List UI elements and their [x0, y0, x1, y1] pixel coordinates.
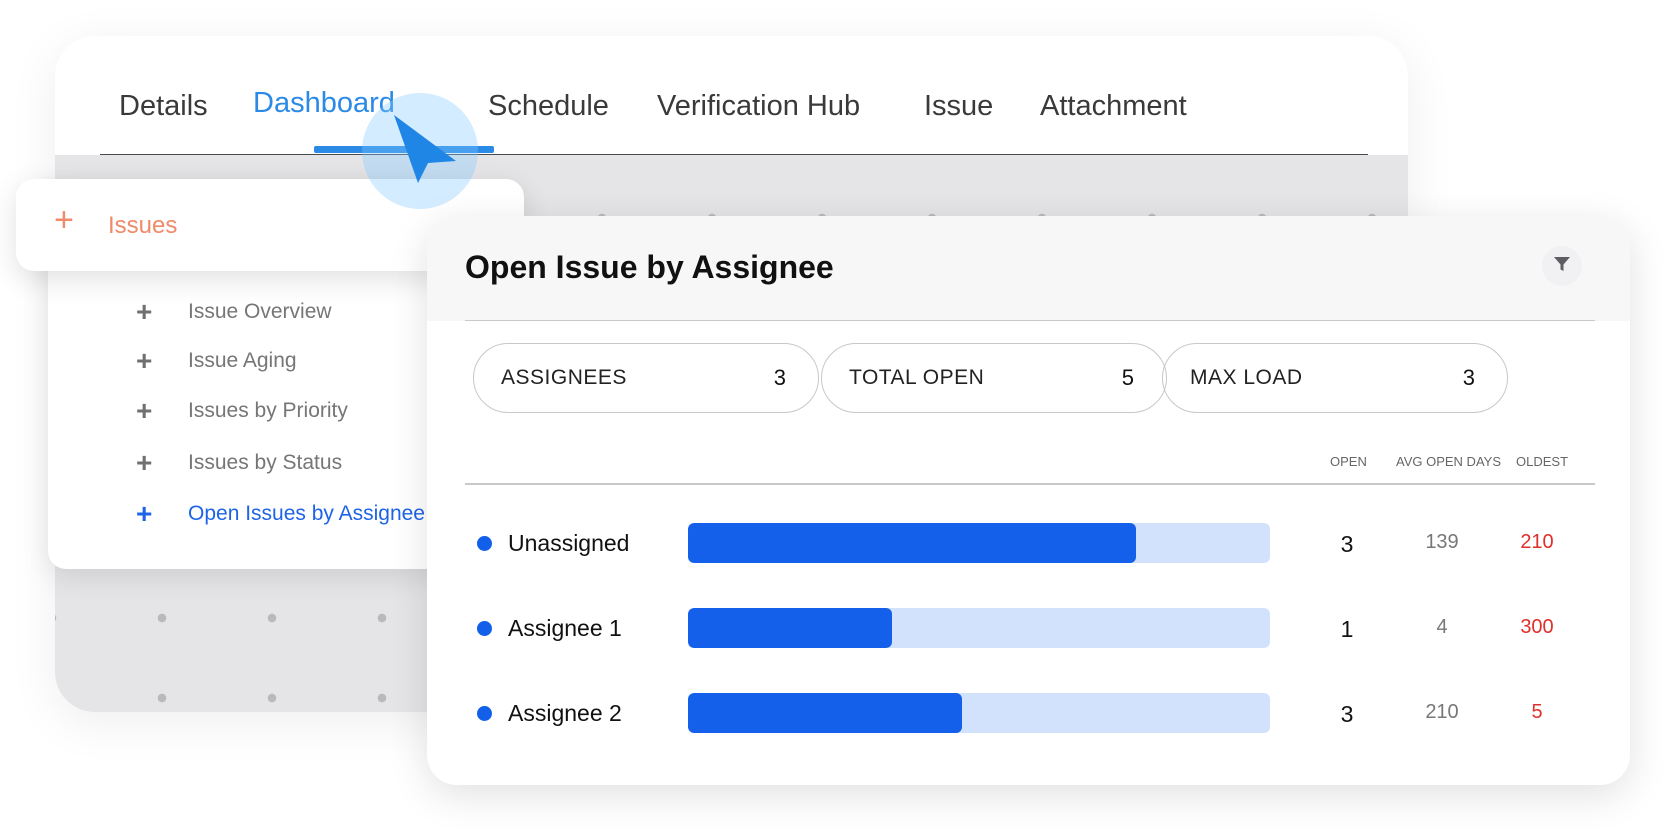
open-issue-by-assignee-card: Open Issue by Assignee ASSIGNEES 3 TOTAL… — [427, 216, 1630, 785]
assignee-name: Unassigned — [508, 530, 630, 556]
filter-button[interactable] — [1542, 246, 1582, 286]
filter-icon — [1552, 254, 1572, 279]
menu-item-label: Issue Overview — [188, 300, 332, 323]
open-count: 1 — [1340, 616, 1354, 642]
table-row: Assignee 1 1 4 300 — [427, 608, 1630, 648]
avg-open-days: 210 — [1425, 701, 1459, 723]
column-header-oldest: OLDEST — [1516, 454, 1569, 469]
stat-value: 5 — [1121, 365, 1134, 390]
assignee-name: Assignee 2 — [508, 700, 622, 726]
menu-item-label: Issue Aging — [188, 349, 297, 372]
header-divider — [465, 320, 1595, 321]
row-dot — [477, 706, 492, 721]
table-row: Assignee 2 3 210 5 — [427, 693, 1630, 733]
load-bar-track — [688, 608, 1270, 648]
plus-icon: + — [54, 201, 74, 239]
row-dot — [477, 536, 492, 551]
oldest-days: 5 — [1531, 701, 1543, 723]
load-bar-fill — [688, 523, 1137, 563]
oldest-days: 300 — [1520, 616, 1554, 638]
menu-item-issues-by-priority[interactable]: + Issues by Priority — [136, 395, 348, 426]
issues-section-label: Issues — [108, 212, 178, 239]
row-dot — [477, 621, 492, 636]
table-row: Unassigned 3 139 210 — [427, 523, 1630, 563]
tab-schedule[interactable]: Schedule — [488, 90, 609, 123]
stat-max-load: MAX LOAD 3 — [1162, 343, 1508, 413]
load-bar-fill — [688, 693, 962, 733]
load-bar-track — [688, 693, 1270, 733]
stat-total-open: TOTAL OPEN 5 — [821, 343, 1167, 413]
menu-item-label: Open Issues by Assignee — [188, 502, 425, 525]
plus-icon: + — [136, 498, 153, 529]
avg-open-days: 4 — [1436, 616, 1448, 638]
stat-label: TOTAL OPEN — [849, 366, 985, 389]
assignee-name: Assignee 1 — [508, 615, 622, 641]
stat-value: 3 — [773, 365, 786, 390]
tab-issue[interactable]: Issue — [924, 90, 993, 123]
tab-attachment[interactable]: Attachment — [1040, 90, 1187, 123]
menu-item-issue-overview[interactable]: + Issue Overview — [136, 296, 332, 327]
card-title: Open Issue by Assignee — [465, 249, 834, 285]
stat-value: 3 — [1462, 365, 1475, 390]
cursor-arrow-icon — [394, 115, 456, 183]
tab-bar: Details Dashboard Schedule Verification … — [100, 36, 1368, 155]
plus-icon: + — [136, 447, 153, 478]
plus-icon: + — [136, 395, 153, 426]
open-count: 3 — [1340, 701, 1354, 727]
column-header-open: OPEN — [1330, 454, 1367, 469]
stat-label: ASSIGNEES — [501, 366, 627, 389]
oldest-days: 210 — [1520, 531, 1554, 553]
tab-verification-hub[interactable]: Verification Hub — [657, 90, 860, 123]
load-bar-track — [688, 523, 1270, 563]
menu-item-label: Issues by Priority — [188, 399, 348, 422]
menu-item-issues-by-status[interactable]: + Issues by Status — [136, 447, 343, 478]
menu-item-issue-aging[interactable]: + Issue Aging — [136, 345, 297, 376]
avg-open-days: 139 — [1425, 531, 1459, 553]
plus-icon: + — [136, 296, 153, 327]
plus-icon: + — [136, 345, 153, 376]
stat-label: MAX LOAD — [1190, 366, 1303, 389]
open-count: 3 — [1340, 531, 1354, 557]
table-divider — [465, 483, 1595, 485]
load-bar-fill — [688, 608, 892, 648]
menu-item-open-issues-by-assignee[interactable]: + Open Issues by Assignee — [136, 498, 425, 529]
column-header-avg-open-days: AVG OPEN DAYS — [1396, 454, 1501, 469]
stat-assignees: ASSIGNEES 3 — [473, 343, 819, 413]
tab-details[interactable]: Details — [119, 90, 208, 123]
menu-item-label: Issues by Status — [188, 451, 343, 474]
